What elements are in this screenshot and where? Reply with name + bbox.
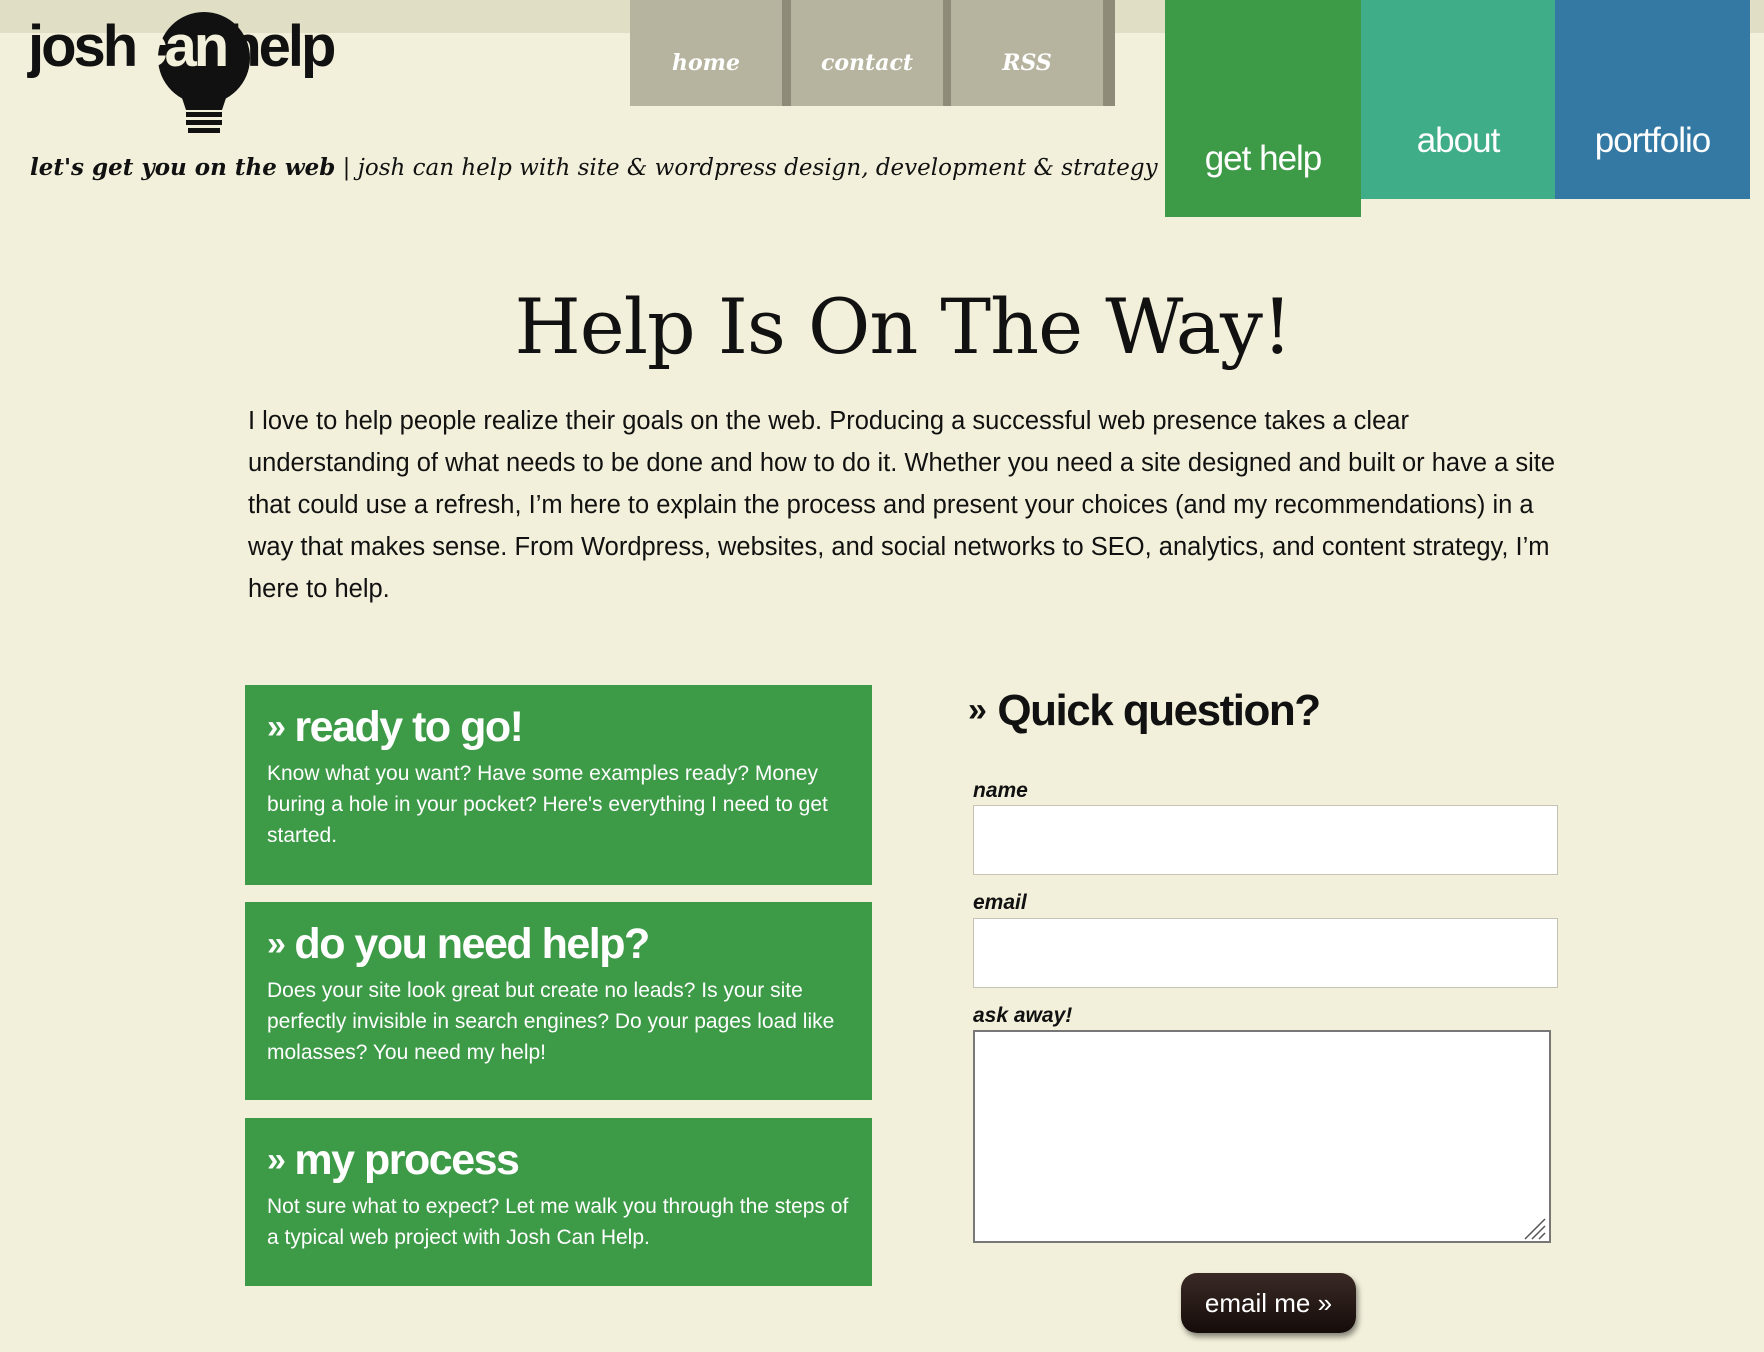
site-logo[interactable]: joshcanhelp — [28, 10, 358, 140]
name-field[interactable] — [973, 805, 1558, 875]
site-tagline: let's get you on the web | josh can help… — [30, 154, 1158, 181]
tagline-rest: | josh can help with site & wordpress de… — [335, 155, 1158, 181]
question-textarea[interactable] — [973, 1030, 1551, 1243]
intro-paragraph: I love to help people realize their goal… — [248, 407, 1556, 603]
nav-about[interactable]: about — [1361, 0, 1555, 199]
logo-wordmark: joshcanhelp — [28, 14, 336, 79]
tagline-bold: let's get you on the web — [30, 154, 336, 181]
tab-contact[interactable]: contact — [791, 0, 955, 106]
box-ready-to-go[interactable]: » ready to go! Know what you want? Have s… — [245, 685, 872, 885]
tab-home[interactable]: home — [630, 0, 794, 106]
email-me-button[interactable]: email me » — [1181, 1273, 1356, 1333]
box-description: Not sure what to expect? Let me walk you… — [267, 1195, 849, 1250]
box-title: » ready to go! — [267, 703, 850, 752]
nav-get-help[interactable]: get help — [1165, 0, 1361, 217]
box-title-text: ready to go! — [294, 703, 524, 751]
raquo-icon: » — [267, 1141, 286, 1179]
box-do-you-need-help[interactable]: » do you need help? Does your site look g… — [245, 902, 872, 1100]
raquo-icon: » — [968, 691, 987, 729]
raquo-icon: » — [267, 925, 286, 963]
resize-handle-icon[interactable] — [1519, 1213, 1547, 1241]
box-title: » do you need help? — [267, 920, 850, 969]
name-label: name — [973, 779, 1028, 802]
nav-portfolio[interactable]: portfolio — [1555, 0, 1750, 199]
quick-question-title: » Quick question? — [968, 686, 1321, 736]
box-title-text: do you need help? — [294, 920, 650, 968]
box-description: Does your site look great but create no … — [267, 979, 835, 1065]
page-title: Help Is On The Way! — [514, 282, 1292, 371]
box-title-text: my process — [294, 1136, 520, 1184]
quick-question-text: Quick question? — [997, 686, 1321, 735]
email-label: email — [973, 891, 1027, 914]
box-my-process[interactable]: » my process Not sure what to expect? Let… — [245, 1118, 872, 1286]
box-title: » my process — [267, 1136, 850, 1185]
question-label: ask away! — [973, 1004, 1073, 1027]
email-field[interactable] — [973, 918, 1558, 988]
box-description: Know what you want? Have some examples r… — [267, 762, 828, 848]
tab-rss[interactable]: RSS — [951, 0, 1115, 106]
raquo-icon: » — [267, 708, 286, 746]
